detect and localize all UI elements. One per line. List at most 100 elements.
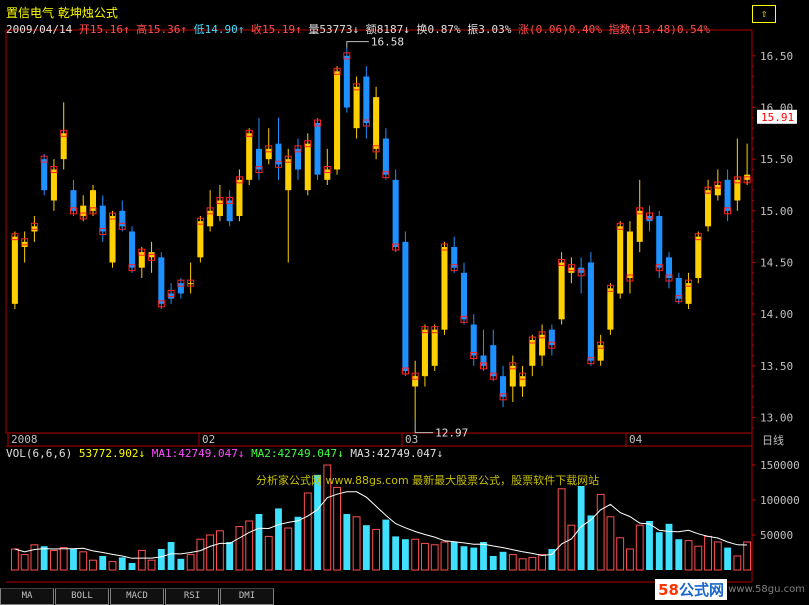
- volume-tick-label: 50000: [760, 529, 793, 542]
- volume-bar: [275, 508, 282, 570]
- volume-bar: [157, 549, 165, 570]
- low-annotation-label: 12.97: [435, 427, 468, 440]
- candle-body: [197, 221, 204, 258]
- candle-body: [705, 190, 712, 227]
- amplitude-value: 3.03%: [478, 23, 512, 36]
- tab-boll[interactable]: BOLL: [55, 588, 109, 605]
- volume-bar: [587, 515, 595, 570]
- low-annotation-line: [414, 420, 434, 434]
- price-tick-label: 15.00: [760, 205, 793, 218]
- volume-bar: [518, 558, 527, 571]
- candle-body: [363, 76, 370, 123]
- volume-bar: [401, 539, 409, 570]
- volume-bar: [10, 548, 19, 571]
- volume-bar: [713, 541, 722, 571]
- price-tick-label: 14.00: [760, 308, 793, 321]
- volume-bar: [303, 492, 312, 571]
- candle-body: [80, 205, 87, 216]
- main-chart[interactable]: 16.5016.0015.5015.0014.5014.0013.5013.00…: [0, 0, 809, 605]
- volume-bar: [411, 538, 420, 571]
- volume-current: 53772.902↓: [78, 447, 146, 460]
- candle-body: [695, 236, 702, 278]
- candle-body: [402, 241, 409, 371]
- volume-bar: [50, 549, 58, 571]
- candle-body: [50, 169, 57, 201]
- open-label: 开: [78, 23, 90, 36]
- candle-body: [392, 179, 399, 247]
- low-label: 低: [193, 23, 205, 36]
- volume-bar: [694, 545, 703, 571]
- volume-bar: [128, 563, 136, 570]
- candle-body: [480, 355, 487, 366]
- amount-label: 额: [365, 23, 377, 36]
- candle-body: [656, 216, 663, 268]
- candle-body: [460, 272, 468, 320]
- tab-rsi[interactable]: RSI: [165, 588, 219, 605]
- volume-bar: [79, 551, 88, 571]
- price-tick-label: 14.50: [760, 257, 793, 270]
- site-url: www.58gu.com: [728, 584, 805, 595]
- candle-body: [304, 143, 311, 191]
- candle-body: [626, 231, 633, 278]
- volume-bar: [333, 486, 341, 571]
- volume-bar: [538, 554, 547, 571]
- candle-body: [617, 226, 624, 294]
- volume-bar: [70, 549, 77, 570]
- candle-body: [343, 55, 350, 108]
- date-unit-label: 日线: [762, 433, 784, 447]
- candle-body: [11, 236, 18, 304]
- volume-bar: [59, 547, 68, 571]
- volume-bar: [616, 537, 625, 571]
- volume-bar: [450, 542, 458, 570]
- candle-body: [207, 210, 214, 227]
- date-tick-label: 02: [202, 433, 215, 446]
- candle-body: [519, 376, 526, 387]
- date-tick-label: 04: [629, 433, 643, 446]
- candle-body: [441, 247, 448, 330]
- tab-ma[interactable]: MA: [0, 588, 54, 605]
- quote-date: 2009/04/14: [6, 23, 73, 36]
- candle-body: [421, 329, 428, 377]
- volume-bar: [528, 556, 537, 571]
- site-logo: 58公式网: [655, 579, 727, 600]
- logo-number: 58: [658, 581, 679, 599]
- volume-bar: [226, 542, 234, 570]
- candle-body: [587, 262, 594, 361]
- volume-bar: [314, 474, 321, 570]
- high-annotation-line: [346, 41, 369, 48]
- volume-bar: [440, 541, 449, 571]
- candle-body: [216, 200, 223, 216]
- volume-bar: [137, 549, 146, 571]
- candle-body: [158, 257, 165, 304]
- volume-bar: [294, 516, 302, 570]
- candle-body: [490, 345, 497, 377]
- tab-dmi[interactable]: DMI: [220, 588, 274, 605]
- tab-macd[interactable]: MACD: [110, 588, 164, 605]
- change-value: (0.06)0.40%: [528, 23, 602, 36]
- candle-body: [60, 133, 67, 160]
- candle-body: [353, 86, 360, 129]
- candle-body: [187, 283, 194, 285]
- close-label: 收: [250, 23, 262, 36]
- candle-body: [597, 345, 604, 361]
- volume-tick-label: 100000: [760, 494, 800, 507]
- volume-bar: [675, 539, 683, 570]
- volume-bar: [235, 526, 244, 571]
- volume-bar: [284, 527, 293, 571]
- expand-button[interactable]: ⇧: [752, 5, 776, 23]
- volume-bar: [177, 558, 185, 570]
- quote-info-bar: 2009/04/14 开15.16↑ 高15.36↑ 低14.90↑ 收15.1…: [6, 21, 710, 37]
- candle-body: [636, 210, 643, 242]
- stock-name: 置信电气: [6, 6, 55, 20]
- volume-bar: [577, 486, 585, 570]
- volume-bar: [20, 554, 29, 571]
- volume-value: 53773↓: [319, 23, 360, 36]
- candle-body: [529, 340, 536, 366]
- volume-bar: [596, 493, 605, 571]
- candle-body: [265, 148, 272, 160]
- candle-body: [470, 324, 477, 356]
- current-price-label: 15.91: [761, 111, 794, 124]
- price-tick-label: 16.50: [760, 50, 793, 63]
- volume-bar: [147, 559, 156, 571]
- volume-bar: [89, 559, 97, 571]
